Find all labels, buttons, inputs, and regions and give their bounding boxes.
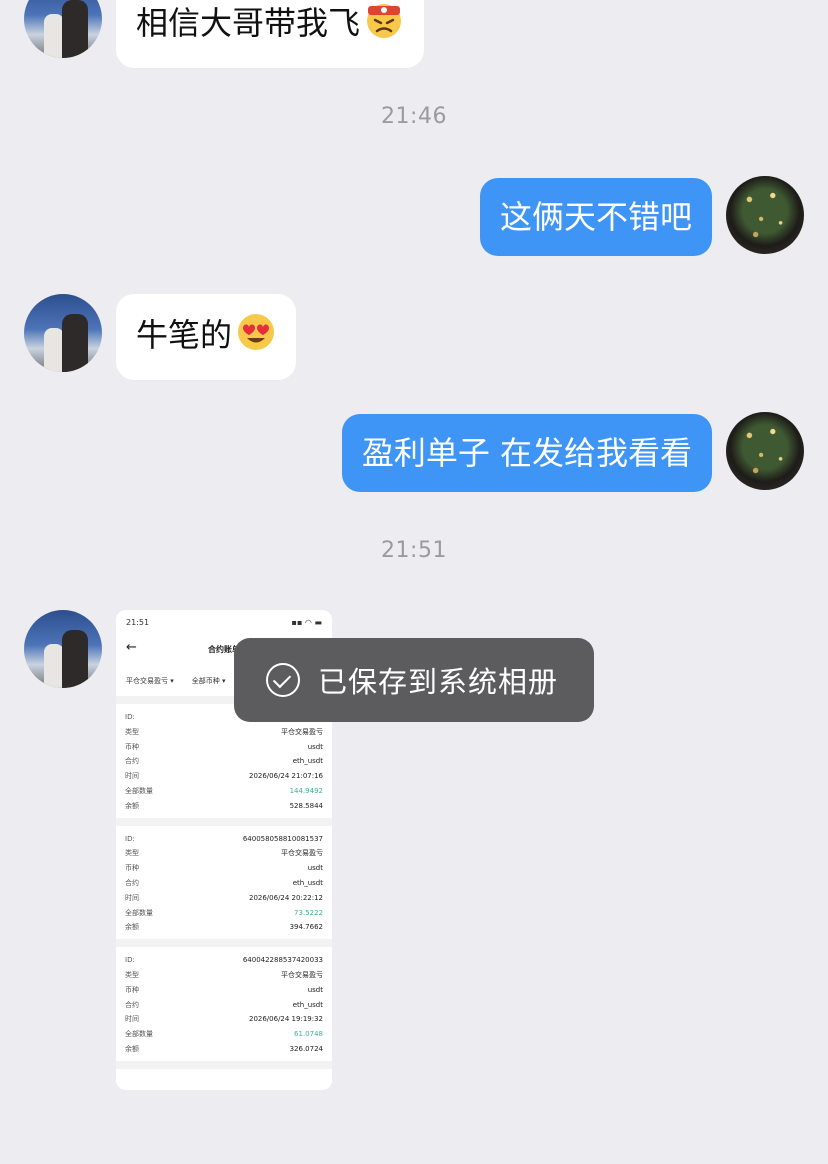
my-avatar[interactable] [726,412,804,490]
check-circle-icon [266,663,300,697]
filter-type: 平仓交易盈亏 ▾ [126,677,174,685]
message-text: 相信大哥带我飞 [136,4,361,42]
status-icons: ▪▪ ◠ ▬ [291,617,322,627]
received-message[interactable]: 牛笔的 [116,294,297,380]
heart-eyes-emoji-icon [236,312,276,362]
record-card: ID: 640058058810081537 类型 平仓交易盈亏 币种 usdt 合约… [116,825,332,940]
record-card-partial [116,1068,332,1090]
message-text: 牛笔的 [136,316,233,354]
timestamp: 21:51 [381,538,447,563]
record-card: ID: 640042288537420033 类型 平仓交易盈亏 币种 usdt 合约… [116,947,332,1061]
toast-text: 已保存到系统相册 [318,665,559,699]
received-message[interactable]: 相信大哥带我飞 [116,0,425,68]
sent-message[interactable]: 这俩天不错吧 [479,178,712,256]
friend-avatar[interactable] [24,610,102,688]
filter-coin: 全部币种 ▾ [191,677,226,685]
timestamp: 21:46 [381,104,447,129]
angry-headband-emoji-icon [364,0,404,50]
status-bar: 21:51 ▪▪ ◠ ▬ [116,610,332,634]
my-avatar[interactable] [726,176,804,254]
friend-avatar[interactable] [24,294,102,372]
sent-message[interactable]: 盈利单子 在发给我看看 [341,414,712,492]
message-text: 这俩天不错吧 [499,198,692,236]
saved-toast: 已保存到系统相册 [234,638,594,722]
status-time: 21:51 [126,617,150,627]
friend-avatar[interactable] [24,0,102,58]
message-text: 盈利单子 在发给我看看 [361,434,692,472]
